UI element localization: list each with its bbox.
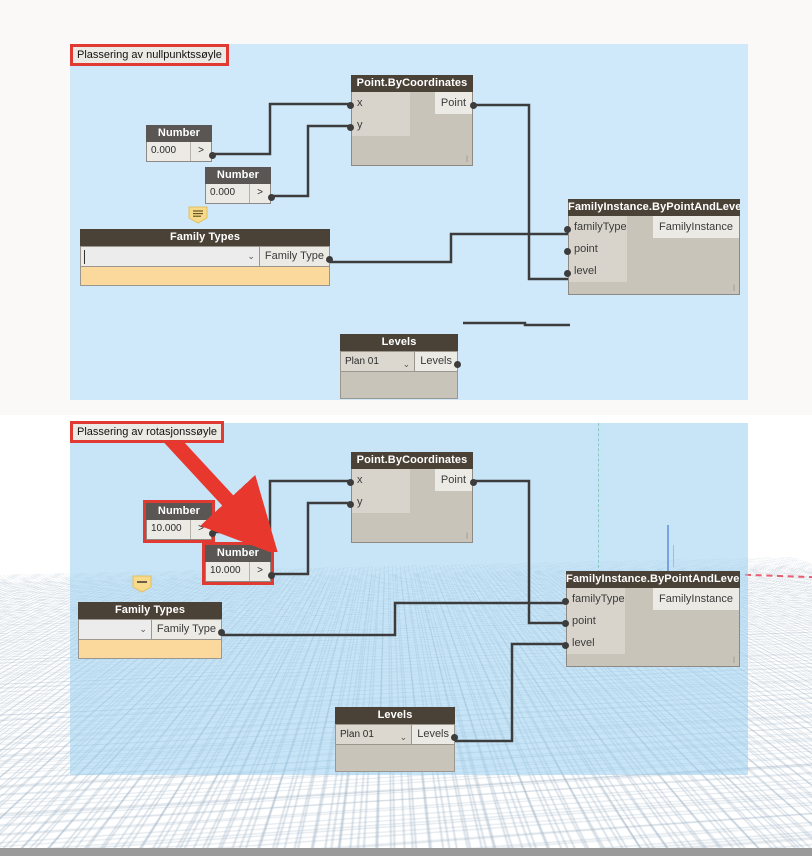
output-port-point[interactable]: Point	[435, 92, 472, 114]
output-port-nub-point[interactable]	[470, 479, 477, 486]
number-value[interactable]: 0.000	[147, 142, 190, 161]
node-title: FamilyInstance.ByPointAndLevel	[566, 571, 740, 588]
level-dropdown[interactable]: Plan 01 ⌄	[335, 724, 412, 745]
input-port-familytype[interactable]: familyType	[569, 216, 627, 238]
wire-familytype-to-familytype	[220, 603, 568, 635]
output-port-nub-levels[interactable]	[454, 361, 461, 368]
output-port-levels[interactable]: Levels	[415, 351, 458, 372]
output-port-levels[interactable]: Levels	[412, 724, 455, 745]
input-port-level[interactable]: level	[569, 260, 627, 282]
output-port-point[interactable]: Point	[435, 469, 472, 491]
node-resize-grip[interactable]: l	[733, 656, 735, 665]
node-number-x[interactable]: Number 0.000 >	[146, 125, 212, 162]
output-port-nub-point[interactable]	[470, 102, 477, 109]
node-familyinstance-bypointandlevel[interactable]: FamilyInstance.ByPointAndLevel familyTyp…	[566, 571, 740, 667]
node-title: Levels	[335, 707, 455, 724]
number-value[interactable]: 0.000	[206, 184, 249, 203]
output-port-familyinstance[interactable]: FamilyInstance	[653, 216, 739, 238]
output-port-nub-family-type[interactable]	[326, 256, 333, 263]
node-title: Point.ByCoordinates	[351, 452, 473, 469]
node-familyinstance-bypointandlevel[interactable]: FamilyInstance.ByPointAndLevel familyTyp…	[568, 199, 740, 295]
output-port-family-type[interactable]: Family Type	[260, 246, 330, 267]
output-port-nub-family-type[interactable]	[218, 629, 225, 636]
input-port-y[interactable]: y	[352, 114, 410, 136]
node-resize-grip[interactable]: l	[466, 532, 468, 541]
node-footer	[78, 640, 222, 659]
input-port-familytype[interactable]: familyType	[567, 588, 625, 610]
node-footer	[340, 372, 458, 399]
output-port-nub[interactable]	[268, 572, 275, 579]
input-port-x[interactable]: x	[352, 469, 410, 491]
input-port-point[interactable]: point	[569, 238, 627, 260]
output-port-nub[interactable]	[209, 152, 216, 159]
input-port-nub-point[interactable]	[564, 248, 571, 255]
output-port-family-type[interactable]: Family Type	[152, 619, 222, 640]
input-port-x[interactable]: x	[352, 92, 410, 114]
input-port-nub-x[interactable]	[347, 102, 354, 109]
node-resize-grip[interactable]: l	[466, 155, 468, 164]
wire-point-to-point	[473, 481, 568, 623]
input-port-point[interactable]: point	[567, 610, 625, 632]
reference-line-red	[745, 574, 812, 578]
input-port-nub-level[interactable]	[562, 642, 569, 649]
node-title: Number	[205, 167, 271, 184]
dynamo-canvas-top[interactable]: Number 0.000 > Number 0.000 > Point.ByCo…	[70, 44, 748, 400]
node-footer	[80, 267, 330, 286]
wire-numbery-to-y	[258, 126, 351, 196]
wire-numberx-to-x	[211, 104, 351, 154]
node-title: Family Types	[78, 602, 222, 619]
node-resize-grip[interactable]: l	[733, 284, 735, 293]
input-port-y[interactable]: y	[352, 491, 410, 513]
callout-label-top: Plassering av nullpunktssøyle	[70, 44, 229, 66]
level-selected-value: Plan 01	[345, 356, 379, 367]
output-port-nub-levels[interactable]	[451, 734, 458, 741]
node-title: Point.ByCoordinates	[351, 75, 473, 92]
input-port-level[interactable]: level	[567, 632, 625, 654]
input-port-nub-y[interactable]	[347, 501, 354, 508]
red-arrow-annotation	[160, 432, 280, 552]
level-dropdown[interactable]: Plan 01 ⌄	[340, 351, 415, 372]
window-bottom-bar	[0, 848, 812, 856]
callout-label-bottom: Plassering av rotasjonssøyle	[70, 421, 224, 443]
number-expand-icon[interactable]: >	[249, 184, 270, 203]
chevron-down-icon[interactable]: ⌄	[247, 251, 255, 262]
node-number-y[interactable]: Number 0.000 >	[205, 167, 271, 204]
sticky-note-icon[interactable]	[188, 206, 208, 224]
input-port-nub-familytype[interactable]	[562, 598, 569, 605]
family-type-dropdown[interactable]: ⌄	[78, 619, 152, 640]
chevron-down-icon[interactable]: ⌄	[139, 624, 147, 635]
node-footer	[335, 745, 455, 772]
level-selected-value: Plan 01	[340, 729, 374, 740]
wire-point-to-point	[473, 105, 570, 279]
number-expand-icon[interactable]: >	[249, 562, 270, 581]
input-port-nub-y[interactable]	[347, 124, 354, 131]
wire-levels-to-level	[455, 644, 568, 741]
wire-levels-to-level	[463, 323, 570, 325]
chevron-down-icon[interactable]: ⌄	[400, 728, 408, 747]
chevron-down-icon[interactable]: ⌄	[403, 355, 411, 374]
output-port-nub[interactable]	[268, 194, 275, 201]
node-family-types[interactable]: Family Types ⌄ Family Type	[80, 229, 330, 286]
node-point-bycoordinates[interactable]: Point.ByCoordinates x Point y l	[351, 452, 473, 543]
input-port-nub-level[interactable]	[564, 270, 571, 277]
output-port-familyinstance[interactable]: FamilyInstance	[653, 588, 739, 610]
node-levels[interactable]: Levels Plan 01 ⌄ Levels	[340, 334, 458, 399]
node-title: Family Types	[80, 229, 330, 246]
number-value[interactable]: 10.000	[206, 562, 249, 581]
node-title: Levels	[340, 334, 458, 351]
node-point-bycoordinates[interactable]: Point.ByCoordinates x Point y l	[351, 75, 473, 166]
text-cursor	[84, 250, 85, 264]
node-title: Number	[146, 125, 212, 142]
node-levels[interactable]: Levels Plan 01 ⌄ Levels	[335, 707, 455, 772]
input-port-nub-familytype[interactable]	[564, 226, 571, 233]
input-port-nub-x[interactable]	[347, 479, 354, 486]
node-title: FamilyInstance.ByPointAndLevel	[568, 199, 740, 216]
wire-familytype-to-familytype	[326, 234, 570, 262]
family-type-dropdown[interactable]: ⌄	[80, 246, 260, 267]
node-family-types[interactable]: Family Types ⌄ Family Type	[78, 602, 222, 659]
number-expand-icon[interactable]: >	[190, 142, 211, 161]
sticky-note-icon[interactable]	[132, 575, 152, 593]
input-port-nub-point[interactable]	[562, 620, 569, 627]
